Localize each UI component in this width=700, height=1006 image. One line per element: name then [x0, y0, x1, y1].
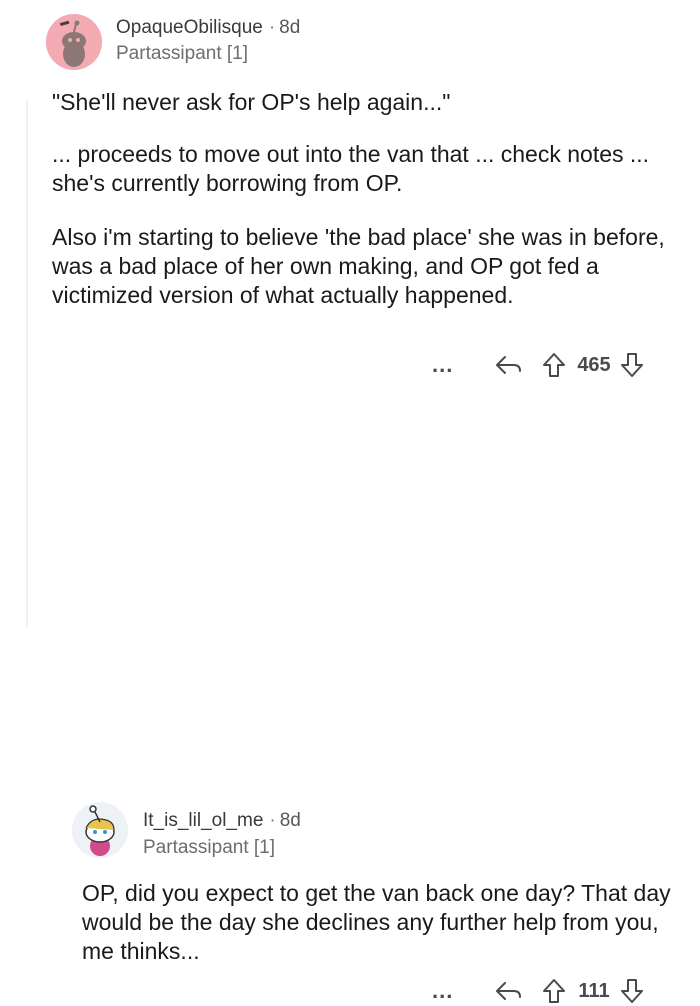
vote-score: 465 [577, 353, 611, 376]
thread-line[interactable] [26, 100, 28, 627]
downvote-arrow-icon[interactable] [620, 978, 644, 1004]
comment-author[interactable]: OpaqueObilisque · 8d [116, 17, 300, 39]
separator-dot: · [269, 810, 276, 831]
upvote-arrow-icon[interactable] [542, 352, 566, 378]
snoo-avatar-icon [46, 14, 102, 70]
user-flair: Partassipant [1] [116, 43, 249, 64]
comment-paragraph: ... proceeds to move out into the van th… [52, 141, 650, 196]
reply-arrow-icon[interactable] [494, 979, 524, 1003]
downvote-arrow-icon[interactable] [620, 352, 644, 378]
separator-dot: · [268, 17, 276, 38]
vote-score: 111 [578, 979, 610, 1002]
user-flair: Partassipant [1] [143, 837, 276, 858]
comment-author[interactable]: It_is_lil_ol_me · 8d [143, 810, 301, 832]
comment-age: 8d [279, 810, 301, 831]
comment-age: 8d [279, 17, 301, 38]
comment-actions: ... 111 [432, 976, 644, 1006]
reply-arrow-icon[interactable] [494, 353, 524, 377]
comment-paragraph: OP, did you expect to get the van back o… [82, 880, 671, 964]
comment-paragraph: Also i'm starting to believe 'the bad pl… [52, 224, 665, 308]
comment-paragraph: "She'll never ask for OP's help again...… [52, 89, 451, 115]
user-avatar[interactable] [46, 14, 102, 70]
username[interactable]: It_is_lil_ol_me [143, 810, 263, 831]
snoo-avatar-icon [72, 802, 128, 858]
more-options-icon[interactable]: ... [432, 978, 472, 1004]
username[interactable]: OpaqueObilisque [116, 17, 263, 38]
comment-actions: ... 465 [432, 350, 644, 380]
more-options-icon[interactable]: ... [432, 352, 472, 378]
upvote-arrow-icon[interactable] [542, 978, 566, 1004]
user-avatar[interactable] [72, 802, 128, 858]
